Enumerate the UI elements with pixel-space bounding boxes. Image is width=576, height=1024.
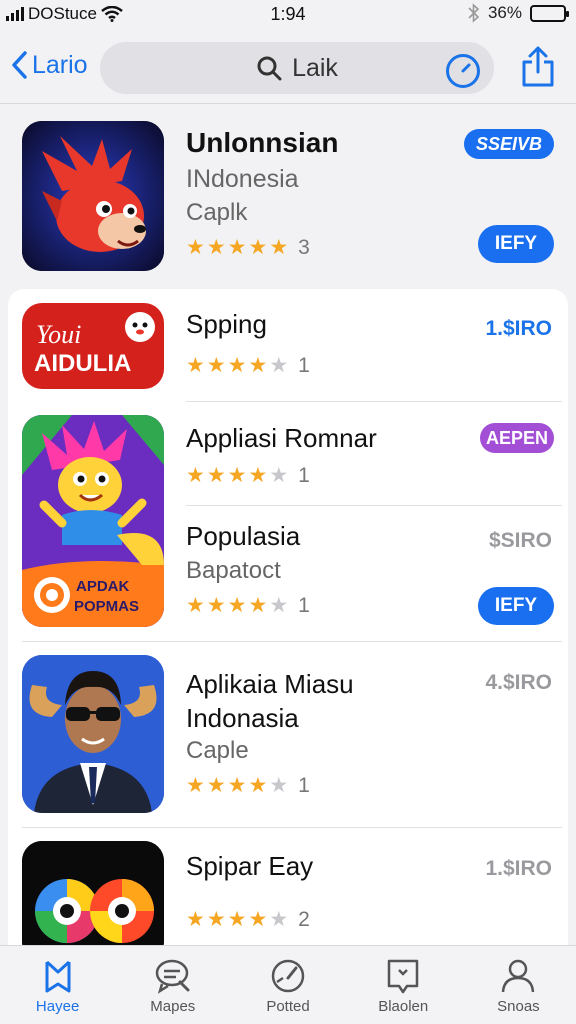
battery-percent: 36% bbox=[487, 3, 522, 22]
icon-text-youi: Youi bbox=[36, 320, 81, 349]
featured-app-icon[interactable] bbox=[22, 121, 164, 271]
app-name-line2: Indonasia bbox=[186, 703, 299, 733]
app-badge[interactable]: AEPEN bbox=[480, 423, 554, 453]
app-rating: ★ ★ ★ ★ ★ 2 bbox=[186, 907, 310, 932]
tab-bar: Hayee Mapes Potted Blaolen Snoas bbox=[0, 945, 576, 1024]
list-item[interactable]: Populasia Bapatoct ★ ★ ★ ★ ★ 1 $SIRO IEFY bbox=[0, 507, 576, 641]
divider bbox=[186, 401, 562, 402]
search-icon bbox=[257, 56, 282, 81]
app-list: Unlonnsian INdonesia Caplk ★ ★ ★ ★ ★ 3 SSEIV… bbox=[0, 105, 576, 945]
home-icon bbox=[45, 960, 71, 993]
divider bbox=[22, 827, 562, 828]
history-icon[interactable] bbox=[446, 54, 480, 88]
app-store-screen: DOStuce 1:94 36% Lario Laik Unlonnsian I… bbox=[0, 0, 576, 1024]
person-icon bbox=[502, 959, 535, 993]
featured-get-button[interactable]: IEFY bbox=[478, 225, 554, 263]
featured-rating-count: 3 bbox=[298, 235, 310, 259]
app-price: 1.$IRO bbox=[485, 857, 552, 880]
tab-blaolen[interactable]: Blaolen bbox=[346, 946, 461, 1024]
app-subtitle: Caple bbox=[186, 737, 249, 764]
tab-label: Hayee bbox=[35, 998, 80, 1015]
status-bar: DOStuce 1:94 36% bbox=[0, 0, 576, 30]
app-name: Populasia bbox=[186, 521, 301, 551]
app-name: Appliasi Romnar bbox=[186, 423, 377, 453]
tab-label: Snoas bbox=[497, 998, 540, 1015]
back-button[interactable]: Lario bbox=[10, 50, 88, 80]
app-icon-aplikaia[interactable] bbox=[22, 655, 164, 813]
list-item[interactable]: Spipar Eay ★ ★ ★ ★ ★ 2 1.$IRO bbox=[0, 831, 576, 945]
app-rating: ★ ★ ★ ★ ★ 1 bbox=[186, 353, 310, 378]
back-label: Lario bbox=[32, 50, 88, 79]
featured-app-name: Unlonnsian bbox=[186, 127, 339, 158]
app-price[interactable]: 1.$IRO bbox=[485, 317, 552, 341]
tab-label: Blaolen bbox=[378, 998, 429, 1015]
tab-label: Potted bbox=[266, 998, 310, 1015]
app-price: $SIRO bbox=[488, 529, 552, 552]
divider bbox=[186, 505, 562, 506]
featured-app-rating: ★ ★ ★ ★ ★ 3 bbox=[186, 235, 310, 260]
featured-app-category: Caplk bbox=[186, 199, 248, 226]
featured-badge: SSEIVB bbox=[463, 129, 554, 159]
svg-text:AIDULIA: AIDULIA bbox=[34, 350, 131, 377]
list-item[interactable]: Appliasi Romnar ★ ★ ★ ★ ★ 1 AEPEN bbox=[0, 405, 576, 505]
app-name: Spipar Eay bbox=[186, 851, 314, 881]
tab-potted[interactable]: Potted bbox=[230, 946, 345, 1024]
bluetooth-icon bbox=[468, 3, 480, 23]
app-rating: ★ ★ ★ ★ ★ 1 bbox=[186, 463, 310, 488]
app-rating: ★ ★ ★ ★ ★ 1 bbox=[186, 773, 310, 798]
app-name: Aplikaia Miasu bbox=[186, 669, 354, 699]
app-subtitle: Bapatoct bbox=[186, 557, 281, 584]
tab-hayee[interactable]: Hayee bbox=[0, 946, 115, 1024]
tab-snoas[interactable]: Snoas bbox=[461, 946, 576, 1024]
chevron-left-icon bbox=[12, 51, 27, 79]
bookmark-icon bbox=[387, 959, 419, 994]
app-icon-spping[interactable]: Youi AIDULIA bbox=[22, 303, 164, 389]
tab-label: Mapes bbox=[150, 998, 196, 1015]
share-icon[interactable] bbox=[520, 46, 556, 88]
divider bbox=[22, 641, 562, 642]
featured-app-subtitle: INdonesia bbox=[186, 165, 299, 193]
tab-mapes[interactable]: Mapes bbox=[115, 946, 230, 1024]
chat-search-icon bbox=[155, 959, 190, 994]
search-text: Laik bbox=[292, 53, 338, 82]
app-price: 4.$IRO bbox=[485, 671, 552, 694]
navigation-bar: Lario Laik bbox=[0, 32, 576, 104]
list-item[interactable]: Aplikaia Miasu Indonasia Caple ★ ★ ★ ★ ★ 1 4… bbox=[0, 645, 576, 825]
app-rating: ★ ★ ★ ★ ★ 1 bbox=[186, 593, 310, 618]
app-icon-spipar[interactable] bbox=[22, 841, 164, 945]
status-right: 36% bbox=[468, 3, 569, 23]
search-field[interactable]: Laik bbox=[100, 42, 494, 94]
list-item[interactable]: Youi AIDULIA Spping ★ ★ ★ ★ ★ 1 1.$IRO bbox=[0, 295, 576, 395]
get-button[interactable]: IEFY bbox=[478, 587, 554, 625]
app-name: Spping bbox=[186, 309, 267, 339]
featured-app[interactable]: Unlonnsian INdonesia Caplk ★ ★ ★ ★ ★ 3 SSEIV… bbox=[0, 105, 576, 285]
speed-icon bbox=[271, 959, 305, 993]
battery-icon bbox=[530, 4, 569, 22]
